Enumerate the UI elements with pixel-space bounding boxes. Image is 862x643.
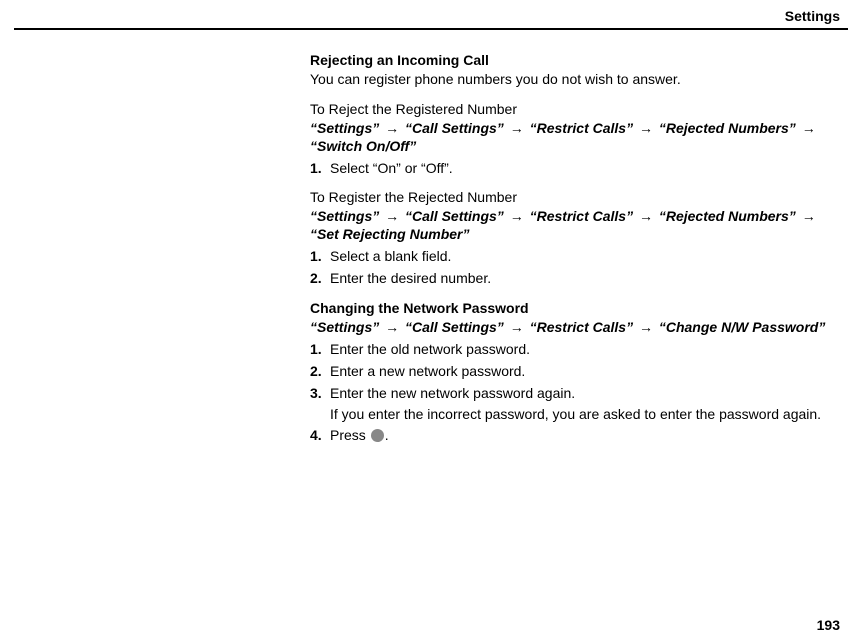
steps-switch-onoff: 1. Select “On” or “Off”. <box>310 160 840 178</box>
arrow-icon: → <box>510 120 524 136</box>
step-number: 1. <box>310 341 330 359</box>
step-note-incorrect-password: If you enter the incorrect password, you… <box>330 406 840 424</box>
header-rule <box>14 28 848 30</box>
arrow-icon: → <box>802 120 816 136</box>
arrow-icon: → <box>639 120 653 136</box>
nav-part: “Settings” <box>310 319 379 335</box>
section-title-change-password: Changing the Network Password <box>310 300 840 318</box>
nav-part: “Settings” <box>310 120 379 136</box>
steps-change-password-2: 4. Press . <box>310 427 840 445</box>
arrow-icon: → <box>385 120 399 136</box>
list-item: 1. Select “On” or “Off”. <box>310 160 840 178</box>
nav-path-set-rejecting: “Settings” → “Call Settings” → “Restrict… <box>310 208 840 244</box>
nav-part: “Call Settings” <box>405 208 504 224</box>
nav-part: “Change N/W Password” <box>659 319 825 335</box>
list-item: 2. Enter the desired number. <box>310 270 840 288</box>
section-intro-rejecting: You can register phone numbers you do no… <box>310 71 840 89</box>
step-text: Select “On” or “Off”. <box>330 160 840 178</box>
nav-part: “Rejected Numbers” <box>659 120 796 136</box>
nav-part: “Rejected Numbers” <box>659 208 796 224</box>
nav-part: “Restrict Calls” <box>530 319 633 335</box>
page-header-title: Settings <box>785 8 840 24</box>
arrow-icon: → <box>639 208 653 224</box>
nav-path-switch-onoff: “Settings” → “Call Settings” → “Restrict… <box>310 120 840 156</box>
step-text: Enter the old network password. <box>330 341 840 359</box>
nav-part: “Call Settings” <box>405 120 504 136</box>
nav-part: “Switch On/Off” <box>310 138 416 154</box>
step-number: 4. <box>310 427 330 445</box>
arrow-icon: → <box>802 208 816 224</box>
list-item: 4. Press . <box>310 427 840 445</box>
arrow-icon: → <box>385 208 399 224</box>
arrow-icon: → <box>639 319 653 335</box>
step-text: Enter the desired number. <box>330 270 840 288</box>
step-text: Enter a new network password. <box>330 363 840 381</box>
steps-set-rejecting: 1. Select a blank field. 2. Enter the de… <box>310 248 840 288</box>
step-number: 2. <box>310 363 330 381</box>
step-text-fragment: Press <box>330 427 370 443</box>
step-text-fragment: . <box>385 427 389 443</box>
list-item: 1. Enter the old network password. <box>310 341 840 359</box>
nav-part: “Set Rejecting Number” <box>310 226 469 242</box>
subheading-register-rejected: To Register the Rejected Number <box>310 189 840 207</box>
nav-part: “Settings” <box>310 208 379 224</box>
nav-part: “Restrict Calls” <box>530 208 633 224</box>
step-number: 1. <box>310 248 330 266</box>
body-content: Rejecting an Incoming Call You can regis… <box>310 52 840 445</box>
step-number: 2. <box>310 270 330 288</box>
center-key-icon <box>371 429 384 442</box>
page-number: 193 <box>817 617 840 633</box>
arrow-icon: → <box>510 208 524 224</box>
step-number: 1. <box>310 160 330 178</box>
subheading-reject-registered: To Reject the Registered Number <box>310 101 840 119</box>
list-item: 2. Enter a new network password. <box>310 363 840 381</box>
step-text: Select a blank field. <box>330 248 840 266</box>
list-item: 3. Enter the new network password again. <box>310 385 840 403</box>
steps-change-password: 1. Enter the old network password. 2. En… <box>310 341 840 403</box>
nav-part: “Restrict Calls” <box>530 120 633 136</box>
page-root: Settings Rejecting an Incoming Call You … <box>0 0 862 643</box>
arrow-icon: → <box>385 319 399 335</box>
list-item: 1. Select a blank field. <box>310 248 840 266</box>
nav-path-change-password: “Settings” → “Call Settings” → “Restrict… <box>310 319 840 337</box>
arrow-icon: → <box>510 319 524 335</box>
step-text: Press . <box>330 427 840 445</box>
step-text: Enter the new network password again. <box>330 385 840 403</box>
step-number: 3. <box>310 385 330 403</box>
nav-part: “Call Settings” <box>405 319 504 335</box>
section-title-rejecting: Rejecting an Incoming Call <box>310 52 840 70</box>
